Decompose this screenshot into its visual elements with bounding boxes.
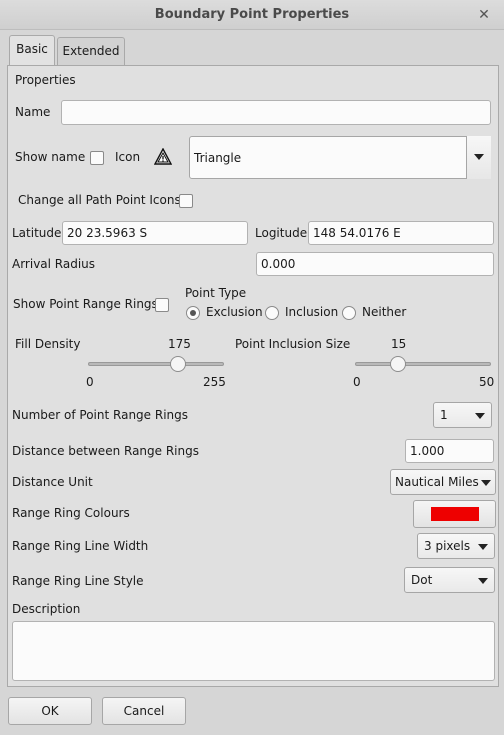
latitude-label: Latitude — [12, 226, 62, 240]
window-title: Boundary Point Properties — [0, 0, 504, 30]
num-rings-value: 1 — [440, 408, 448, 422]
inclusion-size-max: 50 — [479, 375, 495, 389]
tab-basic[interactable]: Basic — [9, 35, 55, 65]
ok-button[interactable]: OK — [8, 697, 92, 725]
distance-label: Distance between Range Rings — [12, 444, 199, 458]
inclusion-size-value: 15 — [391, 337, 407, 351]
inclusion-size-label: Point Inclusion Size — [235, 337, 351, 351]
show-range-rings-label: Show Point Range Rings — [13, 297, 158, 311]
point-type-neither-label: Neither — [362, 305, 407, 319]
point-type-exclusion-label: Exclusion — [206, 305, 263, 319]
arrival-radius-field[interactable]: 0.000 — [256, 252, 494, 276]
triangle-warning-icon — [153, 147, 173, 166]
show-range-rings-checkbox[interactable] — [155, 298, 169, 312]
show-name-label: Show name — [15, 150, 86, 164]
show-name-checkbox[interactable] — [90, 151, 104, 165]
num-rings-label: Number of Point Range Rings — [12, 408, 189, 422]
chevron-down-icon — [478, 544, 488, 550]
ring-colour-swatch — [431, 507, 479, 521]
inclusion-size-track[interactable] — [355, 362, 491, 366]
fill-density-label: Fill Density — [15, 337, 81, 351]
point-type-exclusion-radio[interactable] — [186, 306, 200, 320]
change-all-icons-label: Change all Path Point Icons — [18, 193, 181, 207]
inclusion-size-handle[interactable] — [390, 356, 406, 372]
distance-unit-value: Nautical Miles — [395, 475, 479, 489]
latitude-field[interactable]: 20 23.5963 S — [62, 221, 248, 245]
chevron-down-icon — [481, 480, 491, 486]
fill-density-min: 0 — [86, 375, 94, 389]
inclusion-size-min: 0 — [353, 375, 361, 389]
fill-density-max: 255 — [203, 375, 226, 389]
point-type-inclusion-label: Inclusion — [285, 305, 339, 319]
description-field[interactable] — [12, 621, 495, 681]
chevron-down-icon — [474, 154, 484, 160]
close-icon[interactable]: ✕ — [476, 0, 492, 30]
chevron-down-icon — [478, 578, 488, 584]
longitude-label: Logitude — [255, 226, 308, 240]
name-field[interactable] — [61, 100, 491, 125]
fill-density-value: 175 — [168, 337, 191, 351]
fill-density-track[interactable] — [88, 362, 224, 366]
change-all-icons-checkbox[interactable] — [179, 194, 193, 208]
distance-field[interactable]: 1.000 — [405, 439, 494, 463]
chevron-down-icon — [475, 413, 485, 419]
point-type-neither-radio[interactable] — [342, 306, 356, 320]
line-style-label: Range Ring Line Style — [12, 574, 144, 588]
description-label: Description — [12, 602, 81, 616]
point-type-inclusion-radio[interactable] — [265, 306, 279, 320]
cancel-button[interactable]: Cancel — [102, 697, 186, 725]
icon-select-value: Triangle — [194, 151, 242, 165]
distance-unit-select[interactable]: Nautical Miles — [390, 469, 496, 495]
icon-select[interactable]: Triangle — [189, 136, 491, 179]
properties-heading: Properties — [15, 73, 76, 87]
name-label: Name — [15, 105, 51, 119]
line-width-label: Range Ring Line Width — [12, 539, 149, 553]
icon-label: Icon — [115, 150, 141, 164]
ring-colour-button[interactable] — [413, 500, 496, 528]
num-rings-select[interactable]: 1 — [433, 402, 492, 428]
arrival-radius-label: Arrival Radius — [12, 257, 96, 271]
line-width-select[interactable]: 3 pixels — [417, 533, 495, 559]
line-style-select[interactable]: Dot — [404, 567, 495, 593]
line-width-value: 3 pixels — [424, 539, 471, 553]
point-type-label: Point Type — [185, 286, 247, 300]
icon-select-dropdown-button[interactable] — [466, 136, 491, 179]
line-style-value: Dot — [411, 573, 433, 587]
longitude-field[interactable]: 148 54.0176 E — [308, 221, 494, 245]
ring-colour-label: Range Ring Colours — [12, 506, 130, 520]
distance-unit-label: Distance Unit — [12, 475, 93, 489]
fill-density-handle[interactable] — [170, 356, 186, 372]
tab-extended[interactable]: Extended — [57, 37, 125, 65]
